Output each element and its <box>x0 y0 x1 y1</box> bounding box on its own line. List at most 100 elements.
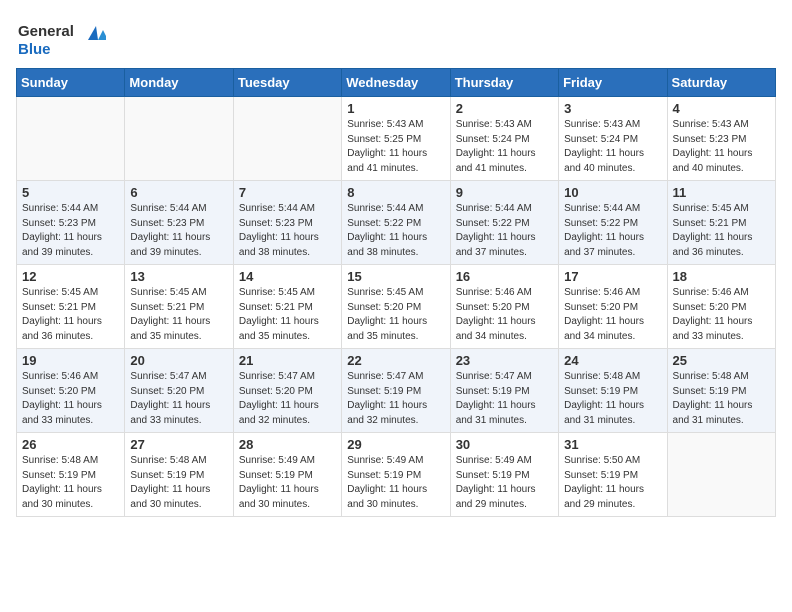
calendar-cell: 30Sunrise: 5:49 AMSunset: 5:19 PMDayligh… <box>450 433 558 517</box>
col-header-thursday: Thursday <box>450 69 558 97</box>
day-number: 3 <box>564 101 661 116</box>
calendar-cell: 13 Sunrise: 5:45 AMSunset: 5:21 PMDayligh… <box>125 265 233 349</box>
calendar-cell: 2 Sunrise: 5:43 AMSunset: 5:24 PMDaylight… <box>450 97 558 181</box>
day-number: 7 <box>239 185 336 200</box>
day-number: 28 <box>239 437 336 452</box>
cell-info: Sunrise: 5:44 AMSunset: 5:23 PMDaylight:… <box>130 202 227 260</box>
calendar-week-5: 26 Sunrise: 5:48 AMSunset: 5:19 PMDayligh… <box>17 433 776 517</box>
cell-info: Sunrise: 5:48 AMSunset: 5:19 PMDaylight:… <box>564 370 661 428</box>
calendar-cell: 14 Sunrise: 5:45 AMSunset: 5:21 PMDayligh… <box>233 265 341 349</box>
day-number: 2 <box>456 101 553 116</box>
day-number: 14 <box>239 269 336 284</box>
day-number: 10 <box>564 185 661 200</box>
calendar-week-3: 12 Sunrise: 5:45 AMSunset: 5:21 PMDayligh… <box>17 265 776 349</box>
calendar-cell: 16 Sunrise: 5:46 AMSunset: 5:20 PMDayligh… <box>450 265 558 349</box>
calendar-cell: 19Sunrise: 5:46 AMSunset: 5:20 PMDayligh… <box>17 349 125 433</box>
cell-info: Sunrise: 5:46 AMSunset: 5:20 PMDaylight:… <box>673 286 770 344</box>
cell-info: Sunrise: 5:43 AMSunset: 5:25 PMDaylight:… <box>347 118 444 176</box>
calendar-cell: 1 Sunrise: 5:43 AMSunset: 5:25 PMDaylight… <box>342 97 450 181</box>
calendar-cell: 11 Sunrise: 5:45 AMSunset: 5:21 PMDayligh… <box>667 181 775 265</box>
calendar-cell: 28 Sunrise: 5:49 AMSunset: 5:19 PMDayligh… <box>233 433 341 517</box>
day-number: 20 <box>130 353 227 368</box>
day-number: 25 <box>673 353 770 368</box>
logo: General Blue <box>16 16 106 60</box>
cell-info: Sunrise: 5:44 AMSunset: 5:23 PMDaylight:… <box>22 202 119 260</box>
calendar-cell: 20 Sunrise: 5:47 AMSunset: 5:20 PMDayligh… <box>125 349 233 433</box>
calendar-cell: 31Sunrise: 5:50 AMSunset: 5:19 PMDayligh… <box>559 433 667 517</box>
day-number: 5 <box>22 185 119 200</box>
calendar-cell: 25 Sunrise: 5:48 AMSunset: 5:19 PMDayligh… <box>667 349 775 433</box>
calendar-cell: 4 Sunrise: 5:43 AMSunset: 5:23 PMDaylight… <box>667 97 775 181</box>
day-number: 12 <box>22 269 119 284</box>
calendar-cell: 27 Sunrise: 5:48 AMSunset: 5:19 PMDayligh… <box>125 433 233 517</box>
col-header-saturday: Saturday <box>667 69 775 97</box>
day-number: 30 <box>456 437 553 452</box>
cell-info: Sunrise: 5:44 AMSunset: 5:22 PMDaylight:… <box>347 202 444 260</box>
day-number: 4 <box>673 101 770 116</box>
svg-text:Blue: Blue <box>18 41 51 58</box>
day-number: 24 <box>564 353 661 368</box>
calendar-cell <box>233 97 341 181</box>
cell-info: Sunrise: 5:44 AMSunset: 5:23 PMDaylight:… <box>239 202 336 260</box>
day-number: 1 <box>347 101 444 116</box>
day-number: 19 <box>22 353 119 368</box>
day-number: 27 <box>130 437 227 452</box>
calendar-cell: 8 Sunrise: 5:44 AMSunset: 5:22 PMDaylight… <box>342 181 450 265</box>
svg-text:General: General <box>18 23 74 40</box>
calendar-cell: 24 Sunrise: 5:48 AMSunset: 5:19 PMDayligh… <box>559 349 667 433</box>
cell-info: Sunrise: 5:44 AMSunset: 5:22 PMDaylight:… <box>564 202 661 260</box>
calendar-week-2: 5 Sunrise: 5:44 AMSunset: 5:23 PMDaylight… <box>17 181 776 265</box>
calendar-cell: 3 Sunrise: 5:43 AMSunset: 5:24 PMDaylight… <box>559 97 667 181</box>
calendar-cell: 26 Sunrise: 5:48 AMSunset: 5:19 PMDayligh… <box>17 433 125 517</box>
day-number: 11 <box>673 185 770 200</box>
calendar-header-row: SundayMondayTuesdayWednesdayThursdayFrid… <box>17 69 776 97</box>
day-number: 8 <box>347 185 444 200</box>
day-number: 13 <box>130 269 227 284</box>
day-number: 29 <box>347 437 444 452</box>
day-number: 18 <box>673 269 770 284</box>
cell-info: Sunrise: 5:44 AMSunset: 5:22 PMDaylight:… <box>456 202 553 260</box>
col-header-monday: Monday <box>125 69 233 97</box>
cell-info: Sunrise: 5:50 AMSunset: 5:19 PMDaylight:… <box>564 454 661 512</box>
cell-info: Sunrise: 5:48 AMSunset: 5:19 PMDaylight:… <box>130 454 227 512</box>
day-number: 23 <box>456 353 553 368</box>
day-number: 22 <box>347 353 444 368</box>
cell-info: Sunrise: 5:48 AMSunset: 5:19 PMDaylight:… <box>673 370 770 428</box>
cell-info: Sunrise: 5:43 AMSunset: 5:24 PMDaylight:… <box>564 118 661 176</box>
cell-info: Sunrise: 5:45 AMSunset: 5:21 PMDaylight:… <box>130 286 227 344</box>
calendar-cell <box>17 97 125 181</box>
calendar-cell: 7 Sunrise: 5:44 AMSunset: 5:23 PMDaylight… <box>233 181 341 265</box>
cell-info: Sunrise: 5:47 AMSunset: 5:20 PMDaylight:… <box>130 370 227 428</box>
cell-info: Sunrise: 5:46 AMSunset: 5:20 PMDaylight:… <box>456 286 553 344</box>
cell-info: Sunrise: 5:48 AMSunset: 5:19 PMDaylight:… <box>22 454 119 512</box>
cell-info: Sunrise: 5:47 AMSunset: 5:19 PMDaylight:… <box>456 370 553 428</box>
page-header: General Blue <box>16 16 776 60</box>
cell-info: Sunrise: 5:49 AMSunset: 5:19 PMDaylight:… <box>239 454 336 512</box>
cell-info: Sunrise: 5:45 AMSunset: 5:21 PMDaylight:… <box>673 202 770 260</box>
day-number: 26 <box>22 437 119 452</box>
cell-info: Sunrise: 5:43 AMSunset: 5:23 PMDaylight:… <box>673 118 770 176</box>
day-number: 6 <box>130 185 227 200</box>
day-number: 21 <box>239 353 336 368</box>
calendar-cell: 15Sunrise: 5:45 AMSunset: 5:20 PMDayligh… <box>342 265 450 349</box>
cell-info: Sunrise: 5:43 AMSunset: 5:24 PMDaylight:… <box>456 118 553 176</box>
calendar-cell <box>125 97 233 181</box>
calendar-week-1: 1 Sunrise: 5:43 AMSunset: 5:25 PMDaylight… <box>17 97 776 181</box>
day-number: 17 <box>564 269 661 284</box>
day-number: 9 <box>456 185 553 200</box>
calendar-cell: 5 Sunrise: 5:44 AMSunset: 5:23 PMDaylight… <box>17 181 125 265</box>
calendar-cell: 21Sunrise: 5:47 AMSunset: 5:20 PMDayligh… <box>233 349 341 433</box>
cell-info: Sunrise: 5:46 AMSunset: 5:20 PMDaylight:… <box>564 286 661 344</box>
cell-info: Sunrise: 5:45 AMSunset: 5:21 PMDaylight:… <box>22 286 119 344</box>
cell-info: Sunrise: 5:45 AMSunset: 5:21 PMDaylight:… <box>239 286 336 344</box>
col-header-wednesday: Wednesday <box>342 69 450 97</box>
day-number: 16 <box>456 269 553 284</box>
cell-info: Sunrise: 5:49 AMSunset: 5:19 PMDaylight:… <box>347 454 444 512</box>
col-header-friday: Friday <box>559 69 667 97</box>
calendar-cell: 22Sunrise: 5:47 AMSunset: 5:19 PMDayligh… <box>342 349 450 433</box>
calendar-cell <box>667 433 775 517</box>
calendar-cell: 10 Sunrise: 5:44 AMSunset: 5:22 PMDayligh… <box>559 181 667 265</box>
calendar-cell: 18 Sunrise: 5:46 AMSunset: 5:20 PMDayligh… <box>667 265 775 349</box>
col-header-tuesday: Tuesday <box>233 69 341 97</box>
logo-svg: General Blue <box>16 16 106 60</box>
